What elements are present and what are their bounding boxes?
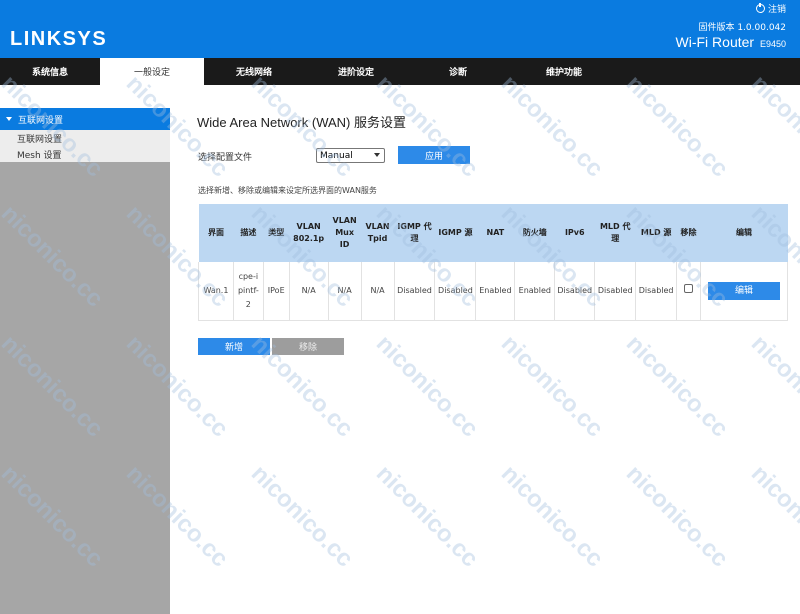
router-name-label: Wi-Fi Router [675, 34, 755, 50]
add-button[interactable]: 新增 [198, 338, 270, 355]
instructions-text: 选择新增、移除或编辑来设定所选界面的WAN服务 [198, 186, 377, 195]
top-navigation: 系统信息 一般设定 无线网络 进阶设定 诊断 维护功能 [0, 58, 800, 85]
wan-service-table: 界面 描述 类型 VLAN 802.1p VLAN Mux ID VLAN Tp… [198, 204, 788, 321]
table-header-row: 界面 描述 类型 VLAN 802.1p VLAN Mux ID VLAN Tp… [198, 204, 788, 262]
cell-vlan-tpid: N/A [361, 262, 395, 321]
sidebar-item-mesh-settings[interactable]: Mesh 设置 [0, 146, 170, 162]
sidebar-section-label: 互联网设置 [18, 115, 64, 126]
tab-wireless[interactable]: 无线网络 [204, 58, 304, 85]
cell-ipv6: Disabled [554, 262, 596, 321]
cell-igmp-proxy: Disabled [394, 262, 436, 321]
firmware-version: 固件版本 1.0.00.042 [698, 23, 786, 33]
cell-mld-proxy: Disabled [594, 262, 637, 321]
column-header: 描述 [233, 204, 264, 262]
cell-nat: Enabled [475, 262, 516, 321]
column-header: VLAN Tpid [361, 204, 395, 262]
router-model: E9450 [759, 39, 786, 49]
column-header: 界面 [198, 204, 234, 262]
tab-general-settings[interactable]: 一般设定 [100, 58, 204, 85]
column-header: VLAN Mux ID [328, 204, 362, 262]
sidebar-section-internet[interactable]: 互联网设置 [0, 108, 170, 130]
cell-igmp-source: Disabled [434, 262, 477, 321]
tab-diagnostics[interactable]: 诊断 [408, 58, 508, 85]
header-bar: LINKSYS 注销 固件版本 1.0.00.042 Wi-Fi Router … [0, 0, 800, 58]
cell-remove [676, 262, 701, 321]
cell-mld-source: Disabled [635, 262, 678, 321]
apply-button[interactable]: 应用 [398, 146, 470, 164]
profile-select-value: Manual [320, 150, 353, 161]
column-header: IGMP 代理 [394, 204, 435, 262]
main-content: Wide Area Network (WAN) 服务设置 选择配置文件 Manu… [170, 108, 800, 614]
tab-maintenance[interactable]: 维护功能 [508, 58, 620, 85]
logout-link[interactable]: 注销 [755, 2, 786, 15]
sub-bar [0, 85, 800, 108]
power-icon [755, 3, 765, 13]
column-header: VLAN 802.1p [289, 204, 329, 262]
chevron-down-icon [374, 153, 380, 157]
cell-edit: 编辑 [700, 262, 788, 321]
column-header: NAT [475, 204, 515, 262]
column-header: 移除 [676, 204, 701, 262]
column-header: MLD 源 [635, 204, 677, 262]
cell-vlan-8021p: N/A [289, 262, 329, 321]
column-header: MLD 代理 [594, 204, 636, 262]
column-header: 类型 [263, 204, 290, 262]
linksys-logo: LINKSYS [10, 28, 108, 50]
cell-interface: Wan.1 [198, 262, 234, 321]
cell-description: cpe-ipintf-2 [233, 262, 264, 321]
column-header: 防火墙 [514, 204, 555, 262]
tab-system-info[interactable]: 系统信息 [0, 58, 100, 85]
edit-button[interactable]: 编辑 [708, 281, 780, 300]
router-name: Wi-Fi Router E9450 [676, 34, 786, 50]
sidebar: 互联网设置 互联网设置 Mesh 设置 [0, 108, 170, 614]
profile-label: 选择配置文件 [198, 153, 253, 163]
cell-firewall: Enabled [514, 262, 556, 321]
page-title: Wide Area Network (WAN) 服务设置 [197, 115, 406, 130]
table-row: Wan.1 cpe-ipintf-2 IPoE N/A N/A N/A Disa… [198, 262, 788, 321]
profile-select[interactable]: Manual [316, 148, 385, 163]
column-header: IGMP 源 [434, 204, 476, 262]
caret-down-icon [6, 117, 12, 121]
tab-advanced-settings[interactable]: 进阶设定 [304, 58, 408, 85]
remove-checkbox[interactable] [684, 283, 694, 293]
logout-label: 注销 [767, 5, 786, 15]
column-header: IPv6 [554, 204, 595, 262]
remove-button[interactable]: 移除 [272, 338, 344, 355]
cell-vlan-mux-id: N/A [328, 262, 362, 321]
sidebar-item-internet-settings[interactable]: 互联网设置 [0, 130, 170, 146]
cell-type: IPoE [263, 262, 290, 321]
column-header: 编辑 [700, 204, 788, 262]
